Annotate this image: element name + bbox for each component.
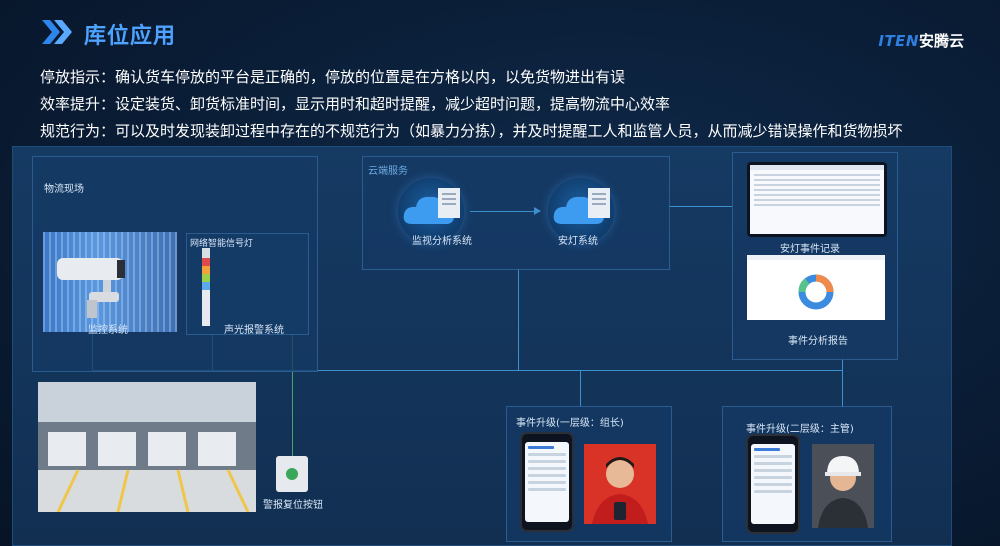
- cloud-title: 云端服务: [368, 166, 408, 177]
- monitor-device: [747, 162, 887, 237]
- loading-dock-image: [38, 382, 256, 512]
- camera-label: 监控系统: [88, 325, 128, 336]
- intro-line-behavior: 规范行为：可以及时发现装卸过程中存在的不规范行为（如暴力分拣），并及时提醒工人和…: [40, 122, 903, 140]
- green-button-icon: [286, 468, 298, 480]
- signal-tower-icon: [202, 248, 210, 326]
- connector: [842, 358, 843, 408]
- cloud-server-icon: [403, 188, 460, 224]
- double-chevron-icon: [42, 20, 72, 44]
- connector: [518, 268, 519, 370]
- escalation-level2-label: 事件升级(二层级：主管): [746, 424, 854, 435]
- page-title: 库位应用: [84, 24, 177, 49]
- camera-image: [43, 232, 177, 332]
- signal-light-label: 声光报警系统: [224, 325, 284, 336]
- report-screen: [747, 255, 885, 320]
- connector: [470, 211, 540, 212]
- security-camera-icon: [43, 232, 177, 332]
- escalation-level1-label: 事件升级(一层级：组长): [516, 418, 624, 429]
- event-record-screen: [750, 165, 884, 234]
- supervisor-photo: [812, 444, 874, 528]
- warehouse-image: [38, 382, 256, 512]
- person-helmet-icon: [818, 456, 868, 528]
- analysis-system-label: 监视分析系统: [412, 236, 472, 247]
- site-label: 物流现场: [44, 184, 84, 195]
- reset-button-label: 警报复位按钮: [263, 500, 323, 511]
- phone-device: [746, 434, 800, 534]
- connector: [668, 206, 732, 207]
- intro-line-parking: 停放指示：确认货车停放的平台是正确的，停放的位置是在方格以内，以免货物进出有误: [40, 68, 626, 86]
- phone-device: [520, 432, 574, 532]
- reset-button-device: [276, 456, 308, 492]
- intro-line-efficiency: 效率提升：设定装货、卸货标准时间，显示用时和超时提醒，减少超时问题，提高物流中心…: [40, 95, 671, 113]
- safety-system-label: 安灯系统: [558, 236, 598, 247]
- cloud-server-icon: [553, 188, 610, 224]
- event-record-label: 安灯事件记录: [780, 244, 840, 255]
- donut-chart-icon: [798, 274, 834, 310]
- arrow-right-icon: [534, 207, 541, 215]
- brand-logo: ITEN安腾云: [878, 32, 964, 50]
- event-report-label: 事件分析报告: [788, 336, 848, 347]
- team-leader-photo: [584, 444, 656, 524]
- person-icon: [592, 457, 648, 524]
- connector: [580, 370, 581, 406]
